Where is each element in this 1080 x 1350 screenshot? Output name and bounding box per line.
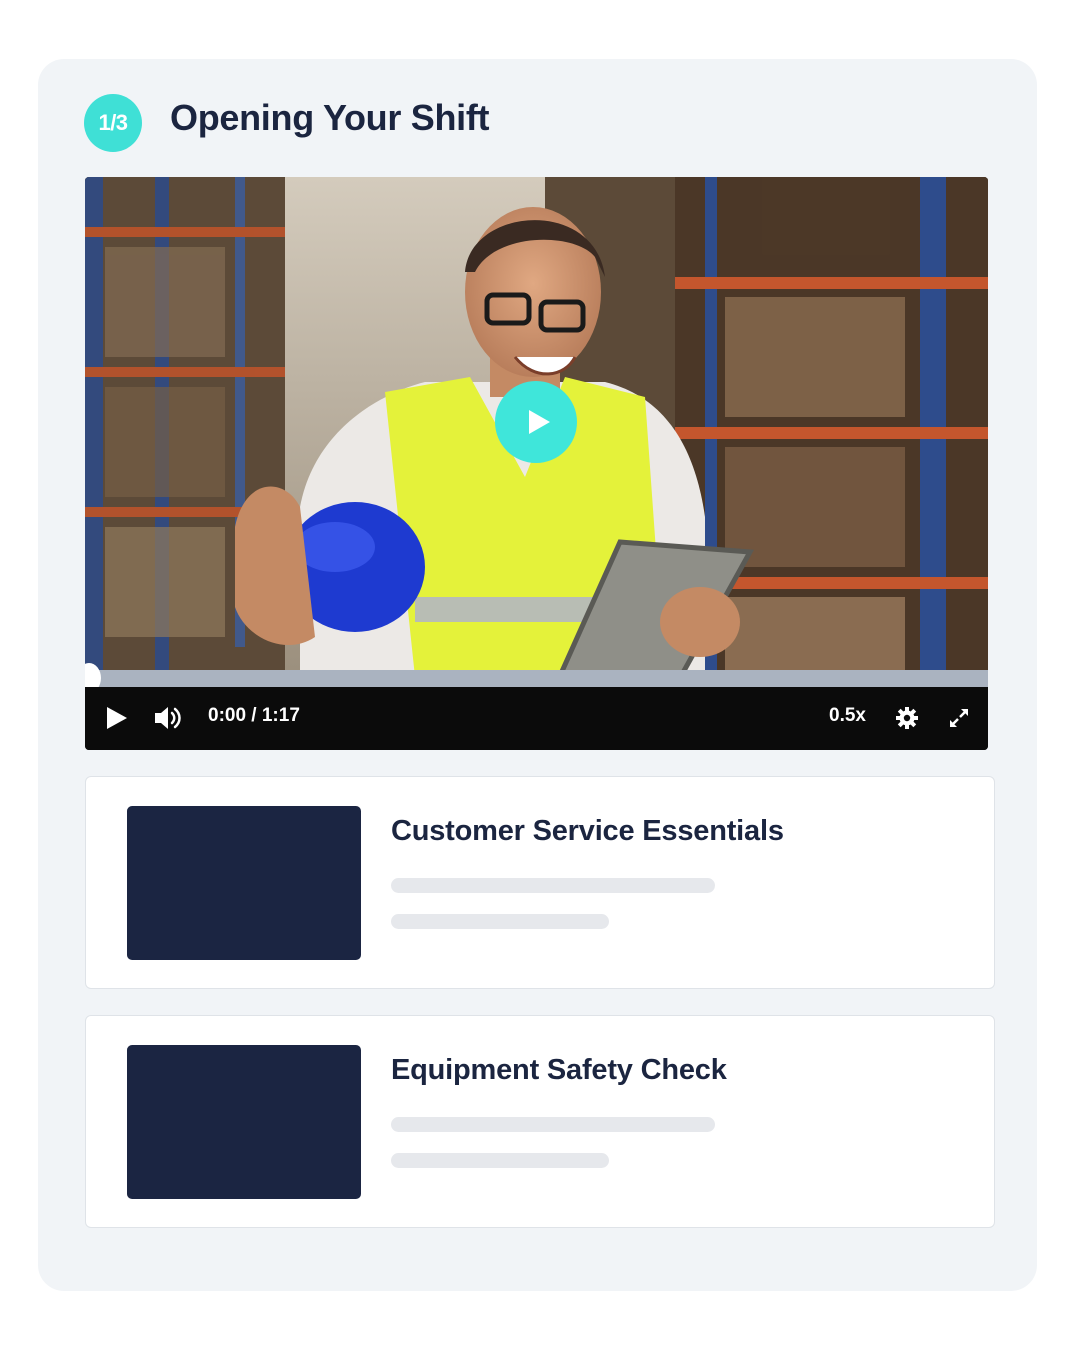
course-title: Customer Service Essentials: [391, 815, 784, 847]
placeholder-line: [391, 914, 609, 929]
course-card[interactable]: Equipment Safety Check: [85, 1015, 995, 1228]
page-title: Opening Your Shift: [170, 97, 490, 138]
placeholder-line: [391, 878, 715, 893]
center-play-button[interactable]: [495, 381, 577, 463]
placeholder-line: [391, 1117, 715, 1132]
video-player[interactable]: 0:00 / 1:17 0.5x: [85, 177, 988, 750]
course-thumbnail: [127, 1045, 361, 1199]
course-title: Equipment Safety Check: [391, 1054, 727, 1086]
course-card[interactable]: Customer Service Essentials: [85, 776, 995, 989]
play-icon[interactable]: [107, 707, 127, 729]
gear-icon[interactable]: [895, 706, 919, 735]
playback-speed-button[interactable]: 0.5x: [829, 705, 866, 727]
play-icon: [528, 410, 550, 434]
player-controls: 0:00 / 1:17 0.5x: [85, 687, 988, 750]
fullscreen-icon[interactable]: [947, 706, 971, 735]
placeholder-line: [391, 1153, 609, 1168]
volume-icon[interactable]: [153, 704, 183, 737]
course-thumbnail: [127, 806, 361, 960]
time-display: 0:00 / 1:17: [208, 705, 300, 726]
step-badge: 1/3: [84, 94, 142, 152]
progress-bar[interactable]: [85, 670, 988, 687]
